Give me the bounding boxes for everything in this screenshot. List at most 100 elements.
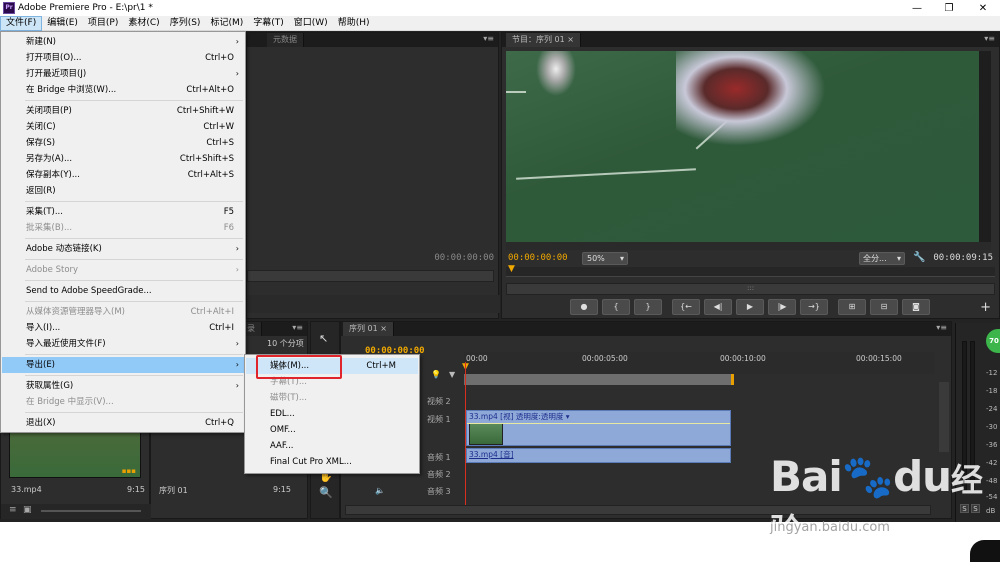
- wrench-icon[interactable]: 🔧: [913, 252, 925, 263]
- menu-bar: 文件(F) 编辑(E) 项目(P) 素材(C) 序列(S) 标记(M) 字幕(T…: [0, 15, 1000, 31]
- zoom-tool-icon[interactable]: 🔍: [319, 486, 333, 499]
- work-area-bar[interactable]: [464, 374, 734, 385]
- file-menu-item[interactable]: 获取属性(G) ›: [2, 378, 244, 394]
- menu-clip[interactable]: 素材(C): [123, 16, 164, 31]
- menu-file[interactable]: 文件(F): [0, 15, 43, 31]
- meter-tick: -12: [986, 369, 998, 377]
- go-to-in-button[interactable]: {←: [672, 299, 700, 315]
- mouse-cursor-icon: ☝: [276, 360, 283, 373]
- video-scrollbar[interactable]: [979, 51, 991, 243]
- timeline-vscroll[interactable]: [939, 382, 949, 452]
- file-menu-item[interactable]: 退出(X) Ctrl+Q: [2, 415, 244, 431]
- step-back-button[interactable]: ◀|: [704, 299, 732, 315]
- export-submenu-item[interactable]: Final Cut Pro XML...: [246, 454, 418, 470]
- clip-thumbnail[interactable]: ▪▪▪: [9, 430, 141, 478]
- file-menu-item[interactable]: 关闭项目(P) Ctrl+Shift+W: [2, 103, 244, 119]
- audio-clip[interactable]: 33.mp4 [音]: [466, 448, 731, 463]
- items-count: 10 个分项: [267, 339, 304, 348]
- close-tab-icon[interactable]: ×: [380, 324, 387, 333]
- go-to-out-button[interactable]: →}: [800, 299, 828, 315]
- export-submenu-item[interactable]: OMF...: [246, 422, 418, 438]
- mark-out-button[interactable]: }: [634, 299, 662, 315]
- snap-icon[interactable]: 💡: [431, 370, 441, 379]
- minimize-button[interactable]: —: [900, 0, 934, 16]
- list-view-icon[interactable]: ≡: [9, 505, 17, 515]
- speaker-icon[interactable]: 🔈: [375, 486, 385, 495]
- marker-icon[interactable]: ▼: [449, 370, 455, 379]
- file-menu-item: 批采集(B)... F6: [2, 220, 244, 236]
- tab-metadata[interactable]: 元数据: [267, 33, 304, 47]
- video-hscroll[interactable]: [506, 242, 991, 250]
- zoom-select[interactable]: 50% ▾: [582, 252, 628, 265]
- export-frame-button[interactable]: ◙: [902, 299, 930, 315]
- menu-item-shortcut: Ctrl+Q: [205, 418, 234, 428]
- menu-project[interactable]: 项目(P): [83, 16, 123, 31]
- menu-help[interactable]: 帮助(H): [333, 16, 375, 31]
- file-menu-item[interactable]: 打开项目(O)... Ctrl+O: [2, 50, 244, 66]
- file-menu-item[interactable]: 保存(S) Ctrl+S: [2, 135, 244, 151]
- file-menu-item[interactable]: 新建(N) ›: [2, 34, 244, 50]
- submenu-arrow-icon: ›: [235, 265, 239, 274]
- selection-tool-icon[interactable]: ↖: [319, 332, 328, 345]
- tab-sequence[interactable]: 序列 01 ×: [343, 322, 394, 336]
- file-menu-item[interactable]: 导出(E) ›: [2, 357, 244, 373]
- file-menu-item[interactable]: 打开最近项目(J) ›: [2, 66, 244, 82]
- submenu-arrow-icon: ›: [235, 381, 239, 390]
- menu-item-label: 保存副本(Y)...: [26, 170, 80, 180]
- panel-menu-icon[interactable]: ▾≡: [292, 323, 303, 332]
- playhead-marker-icon[interactable]: ▼: [508, 264, 515, 274]
- extract-button[interactable]: ⊟: [870, 299, 898, 315]
- source-scrub-bar[interactable]: [247, 270, 494, 282]
- thumb-duration: 9:15: [273, 485, 291, 494]
- lift-button[interactable]: ⊞: [838, 299, 866, 315]
- file-menu-item[interactable]: 返回(R): [2, 183, 244, 199]
- program-current-timecode[interactable]: 00:00:00:00: [508, 253, 568, 263]
- quality-select[interactable]: 全分... ▾: [859, 252, 905, 265]
- menu-sequence[interactable]: 序列(S): [165, 16, 206, 31]
- file-menu-item[interactable]: Adobe 动态链接(K) ›: [2, 241, 244, 257]
- baidu-paw-icon: 🐾: [841, 452, 894, 501]
- step-forward-button[interactable]: |▶: [768, 299, 796, 315]
- menu-item-label: Final Cut Pro XML...: [270, 457, 352, 467]
- mark-in-button[interactable]: {: [602, 299, 630, 315]
- play-button[interactable]: ▶: [736, 299, 764, 315]
- tab-program-sequence[interactable]: 节目：序列 01 ×: [506, 33, 581, 47]
- panel-menu-icon[interactable]: ▾≡: [936, 323, 947, 332]
- menu-item-label: 打开最近项目(J): [26, 69, 87, 79]
- timeline-ruler[interactable]: 00:00 00:00:05:00 00:00:10:00 00:00:15:0…: [462, 352, 934, 374]
- export-submenu-item[interactable]: EDL...: [246, 406, 418, 422]
- add-button-icon[interactable]: +: [980, 300, 991, 315]
- file-menu-item[interactable]: 导入(I)... Ctrl+I: [2, 320, 244, 336]
- thumb-label: 33.mp4: [11, 485, 42, 494]
- video-clip[interactable]: 33.mp4 [视] 透明度:透明度 ▾: [466, 410, 731, 446]
- panel-menu-icon[interactable]: ▾≡: [984, 34, 995, 43]
- file-menu-item[interactable]: 另存为(A)... Ctrl+Shift+S: [2, 151, 244, 167]
- menu-item-shortcut: F5: [223, 207, 234, 217]
- close-button[interactable]: ✕: [966, 0, 1000, 16]
- panel-menu-icon[interactable]: ▾≡: [483, 34, 494, 43]
- add-marker-button[interactable]: ●: [570, 299, 598, 315]
- export-submenu-item[interactable]: AAF...: [246, 438, 418, 454]
- menu-edit[interactable]: 编辑(E): [42, 16, 83, 31]
- menu-item-label: Send to Adobe SpeedGrade...: [26, 286, 152, 296]
- menu-item-label: 获取属性(G): [26, 381, 74, 391]
- menu-item-shortcut: Ctrl+I: [209, 323, 234, 333]
- menu-title[interactable]: 字幕(T): [248, 16, 289, 31]
- file-menu-item[interactable]: 采集(T)... F5: [2, 204, 244, 220]
- icon-view-icon[interactable]: ▣: [23, 505, 32, 515]
- menu-window[interactable]: 窗口(W): [289, 16, 333, 31]
- zoom-slider[interactable]: [41, 510, 141, 512]
- menu-separator: [25, 100, 243, 101]
- program-time-ruler[interactable]: ▼: [506, 264, 995, 277]
- file-menu-item[interactable]: Send to Adobe SpeedGrade...: [2, 283, 244, 299]
- close-tab-icon[interactable]: ×: [567, 35, 574, 44]
- file-menu-item[interactable]: 导入最近使用文件(F) ›: [2, 336, 244, 352]
- file-menu-item[interactable]: 关闭(C) Ctrl+W: [2, 119, 244, 135]
- file-menu-item[interactable]: 在 Bridge 中浏览(W)... Ctrl+Alt+O: [2, 82, 244, 98]
- menu-marker[interactable]: 标记(M): [205, 16, 248, 31]
- program-scrub-bar[interactable]: :::: [506, 283, 995, 295]
- maximize-button[interactable]: ❐: [932, 0, 966, 16]
- source-panel: 元数据 ▾≡ 00:00:00:00: [246, 32, 500, 319]
- file-menu-item[interactable]: 保存副本(Y)... Ctrl+Alt+S: [2, 167, 244, 183]
- program-duration-timecode: 00:00:09:15: [933, 253, 993, 263]
